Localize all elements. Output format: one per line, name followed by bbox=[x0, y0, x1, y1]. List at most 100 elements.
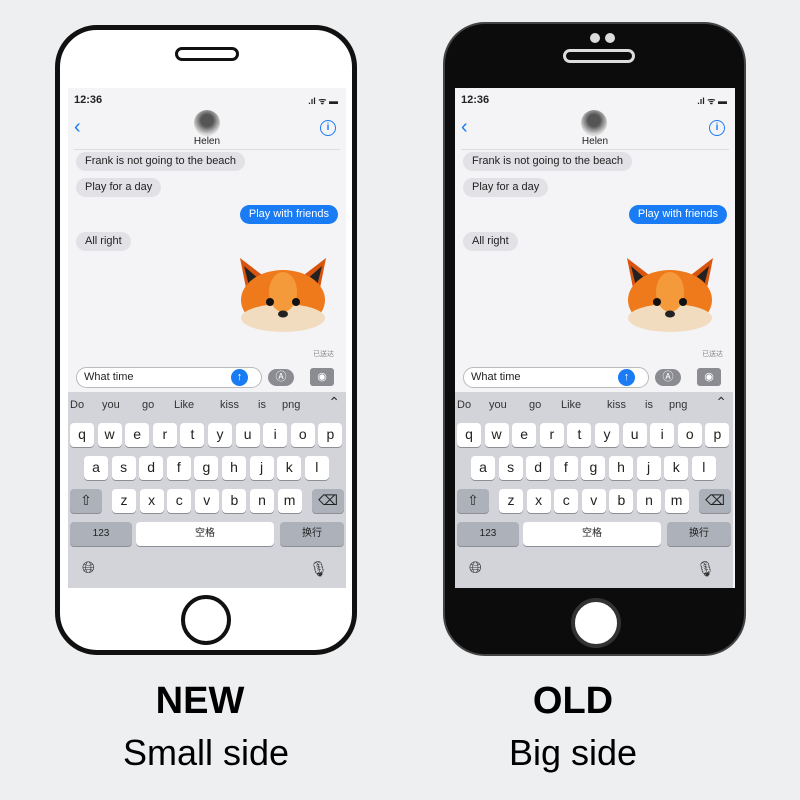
shift-key[interactable]: ⇧ bbox=[70, 489, 102, 513]
key-d[interactable]: d bbox=[526, 456, 551, 480]
key-y[interactable]: y bbox=[208, 423, 232, 447]
contact-name[interactable]: Helen bbox=[68, 136, 346, 147]
key-o[interactable]: o bbox=[290, 423, 315, 447]
suggestion-word[interactable]: is bbox=[258, 399, 266, 411]
send-button[interactable]: ↑ bbox=[231, 369, 248, 386]
key-g[interactable]: g bbox=[194, 456, 219, 480]
suggestion-word[interactable]: Do bbox=[70, 399, 84, 411]
key-x[interactable]: x bbox=[139, 489, 164, 513]
key-k[interactable]: k bbox=[277, 456, 302, 480]
message-input-value[interactable]: What time bbox=[471, 371, 521, 383]
message-bubble[interactable]: Play for a day bbox=[76, 178, 162, 197]
message-bubble[interactable]: Frank is not going to the beach bbox=[76, 152, 246, 171]
key-h[interactable]: h bbox=[222, 456, 246, 480]
key-o[interactable]: o bbox=[677, 423, 702, 447]
message-bubble[interactable]: Play for a day bbox=[463, 178, 549, 197]
message-bubble[interactable]: All right bbox=[76, 232, 131, 251]
app-store-icon[interactable]: Ⓐ bbox=[655, 369, 681, 386]
microphone-icon[interactable]: 🎙︎ bbox=[696, 560, 715, 578]
key-u[interactable]: u bbox=[622, 423, 647, 447]
key-g[interactable]: g bbox=[581, 456, 606, 480]
key-w[interactable]: w bbox=[484, 423, 509, 447]
key-a[interactable]: a bbox=[84, 456, 108, 480]
camera-icon[interactable]: ◉ bbox=[310, 368, 334, 386]
key-v[interactable]: v bbox=[581, 489, 606, 513]
key-n[interactable]: n bbox=[637, 489, 661, 513]
key-f[interactable]: f bbox=[553, 456, 578, 480]
collapse-suggestions-icon[interactable]: ⌃ bbox=[715, 394, 727, 411]
suggestion-word[interactable]: kiss bbox=[220, 399, 239, 411]
key-b[interactable]: b bbox=[609, 489, 634, 513]
space-key[interactable]: 空格 bbox=[136, 522, 274, 546]
key-l[interactable]: l bbox=[691, 456, 716, 480]
message-input-value[interactable]: What time bbox=[84, 371, 134, 383]
return-key[interactable]: 换行 bbox=[667, 522, 731, 546]
key-r[interactable]: r bbox=[539, 423, 564, 447]
contact-name[interactable]: Helen bbox=[455, 136, 735, 147]
camera-icon[interactable]: ◉ bbox=[697, 368, 721, 386]
key-j[interactable]: j bbox=[249, 456, 274, 480]
suggestion-word[interactable]: kiss bbox=[607, 399, 626, 411]
key-u[interactable]: u bbox=[235, 423, 260, 447]
key-t[interactable]: t bbox=[180, 423, 205, 447]
key-f[interactable]: f bbox=[166, 456, 191, 480]
app-store-icon[interactable]: Ⓐ bbox=[268, 369, 294, 386]
key-j[interactable]: j bbox=[636, 456, 661, 480]
suggestion-word[interactable]: you bbox=[489, 399, 507, 411]
key-c[interactable]: c bbox=[167, 489, 192, 513]
space-key[interactable]: 空格 bbox=[523, 522, 661, 546]
suggestion-word[interactable]: Like bbox=[561, 399, 581, 411]
key-e[interactable]: e bbox=[512, 423, 537, 447]
home-button[interactable] bbox=[571, 598, 621, 648]
key-y[interactable]: y bbox=[595, 423, 619, 447]
key-i[interactable]: i bbox=[650, 423, 675, 447]
key-p[interactable]: p bbox=[318, 423, 343, 447]
backspace-key[interactable]: ⌫ bbox=[699, 489, 731, 513]
globe-icon[interactable]: 🌐︎ bbox=[469, 560, 482, 578]
key-s[interactable]: s bbox=[111, 456, 136, 480]
collapse-suggestions-icon[interactable]: ⌃ bbox=[328, 394, 340, 411]
suggestion-word[interactable]: is bbox=[645, 399, 653, 411]
key-q[interactable]: q bbox=[70, 423, 94, 447]
key-m[interactable]: m bbox=[664, 489, 689, 513]
numbers-key[interactable]: 123 bbox=[457, 522, 519, 546]
key-a[interactable]: a bbox=[471, 456, 495, 480]
microphone-icon[interactable]: 🎙︎ bbox=[309, 560, 328, 578]
info-icon[interactable]: i bbox=[709, 120, 725, 136]
suggestion-word[interactable]: you bbox=[102, 399, 120, 411]
key-t[interactable]: t bbox=[567, 423, 592, 447]
suggestion-word[interactable]: Do bbox=[457, 399, 471, 411]
numbers-key[interactable]: 123 bbox=[70, 522, 132, 546]
contact-avatar[interactable] bbox=[581, 110, 607, 136]
message-bubble[interactable]: Play with friends bbox=[628, 205, 727, 224]
key-v[interactable]: v bbox=[194, 489, 219, 513]
key-m[interactable]: m bbox=[277, 489, 302, 513]
key-w[interactable]: w bbox=[97, 423, 122, 447]
key-s[interactable]: s bbox=[498, 456, 523, 480]
key-l[interactable]: l bbox=[304, 456, 329, 480]
shift-key[interactable]: ⇧ bbox=[457, 489, 489, 513]
key-r[interactable]: r bbox=[152, 423, 177, 447]
key-k[interactable]: k bbox=[664, 456, 689, 480]
globe-icon[interactable]: 🌐︎ bbox=[82, 560, 95, 578]
key-z[interactable]: z bbox=[112, 489, 136, 513]
home-button[interactable] bbox=[181, 595, 231, 645]
key-x[interactable]: x bbox=[526, 489, 551, 513]
contact-avatar[interactable] bbox=[194, 110, 220, 136]
key-n[interactable]: n bbox=[250, 489, 274, 513]
suggestion-word[interactable]: go bbox=[142, 399, 154, 411]
backspace-key[interactable]: ⌫ bbox=[312, 489, 344, 513]
key-p[interactable]: p bbox=[705, 423, 730, 447]
key-c[interactable]: c bbox=[554, 489, 579, 513]
message-bubble[interactable]: All right bbox=[463, 232, 518, 251]
suggestion-word[interactable]: png bbox=[282, 399, 300, 411]
key-i[interactable]: i bbox=[263, 423, 288, 447]
return-key[interactable]: 换行 bbox=[280, 522, 344, 546]
info-icon[interactable]: i bbox=[320, 120, 336, 136]
suggestion-word[interactable]: png bbox=[669, 399, 687, 411]
key-b[interactable]: b bbox=[222, 489, 247, 513]
key-z[interactable]: z bbox=[499, 489, 523, 513]
suggestion-word[interactable]: Like bbox=[174, 399, 194, 411]
suggestion-word[interactable]: go bbox=[529, 399, 541, 411]
key-e[interactable]: e bbox=[125, 423, 150, 447]
